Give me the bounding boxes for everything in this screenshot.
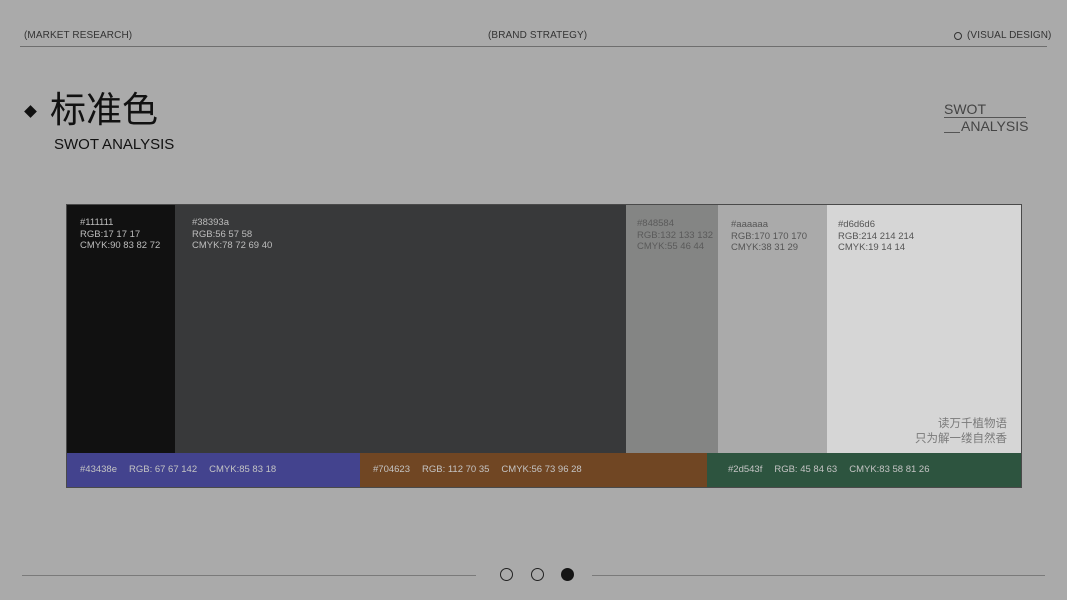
swatch-rgb: RGB:56 57 58 [192, 228, 253, 240]
swatch-rgb: RGB:132 133 132 [637, 229, 714, 241]
header-brand-strategy[interactable]: (BRAND STRATEGY) [488, 30, 587, 41]
swatch-rgb: RGB: 45 84 63 [774, 464, 838, 475]
swatch-hex: #2d543f [728, 464, 763, 475]
slogan-line-1: 读万千植物语 [938, 416, 1007, 430]
swatch-hex: #111111 [80, 217, 114, 228]
page-dot-1[interactable] [500, 568, 513, 581]
corner-mark-rule [944, 132, 960, 133]
swatch-cmyk: CMYK:56 73 96 28 [501, 464, 582, 475]
pagination-rule-left [22, 575, 476, 576]
header-visual-design[interactable]: (VISUAL DESIGN) [967, 30, 1051, 41]
swatch-cmyk: CMYK:55 46 44 [637, 241, 705, 252]
swatch-cmyk: CMYK:83 58 81 26 [849, 464, 930, 475]
pagination-rule-right [592, 575, 1045, 576]
header-market-research[interactable]: (MARKET RESEARCH) [24, 30, 132, 41]
header-divider [20, 46, 1047, 47]
page-subtitle: SWOT ANALYSIS [54, 136, 175, 153]
swatch-accent-1: #43438e RGB: 67 67 142 CMYK:85 83 18 [67, 453, 360, 487]
swatch-accent-2: #704623 RGB: 112 70 35 CMYK:56 73 96 28 [360, 453, 707, 487]
slogan: 读万千植物语 只为解一缕自然香 [915, 416, 1007, 446]
swatch-rgb: RGB:214 214 214 [838, 230, 915, 242]
swatch-hex: #848584 [637, 218, 674, 229]
swatch-primary-1: #111111 RGB:17 17 17 CMYK:90 83 82 72 [67, 205, 175, 453]
swatch-primary-2: #38393a RGB:56 57 58 CMYK:78 72 69 40 [175, 205, 626, 453]
circle-outline-icon [954, 32, 962, 40]
swatch-rgb: RGB: 112 70 35 [421, 464, 490, 475]
corner-mark-line2: ANALYSIS [961, 118, 1029, 134]
corner-mark-line1: SWOT [944, 101, 986, 117]
swatch-hex: #d6d6d6 [838, 219, 875, 230]
slogan-line-2: 只为解一缕自然香 [915, 431, 1007, 445]
page-title: 标准色 [50, 90, 159, 131]
swatch-cmyk: CMYK:78 72 69 40 [192, 240, 273, 251]
swatch-cmyk: CMYK:85 83 18 [209, 464, 277, 475]
swatch-rgb: RGB:17 17 17 [80, 228, 141, 240]
swatch-primary-5: #d6d6d6 RGB:214 214 214 CMYK:19 14 14 读万… [827, 205, 1021, 453]
swatch-accent-3: #2d543f RGB: 45 84 63 CMYK:83 58 81 26 [707, 453, 1021, 487]
swatch-rgb: RGB:170 170 170 [731, 230, 808, 242]
swatch-primary-3: #848584 RGB:132 133 132 CMYK:55 46 44 [626, 205, 718, 453]
diamond-icon [24, 105, 37, 118]
page-dot-3[interactable] [561, 568, 574, 581]
swatch-cmyk: CMYK:19 14 14 [838, 242, 906, 253]
swatch-rgb: RGB: 67 67 142 [128, 464, 198, 475]
swatch-hex: #38393a [192, 217, 229, 228]
swatch-cmyk: CMYK:38 31 29 [731, 242, 799, 253]
swatch-hex: #43438e [80, 464, 117, 475]
swatch-hex: #704623 [373, 464, 410, 475]
page-dot-2[interactable] [531, 568, 544, 581]
swatch-primary-4: #aaaaaa RGB:170 170 170 CMYK:38 31 29 [718, 205, 827, 453]
swatch-cmyk: CMYK:90 83 82 72 [80, 240, 161, 251]
color-palette: #111111 RGB:17 17 17 CMYK:90 83 82 72 #3… [66, 204, 1022, 488]
swatch-hex: #aaaaaa [731, 219, 768, 230]
